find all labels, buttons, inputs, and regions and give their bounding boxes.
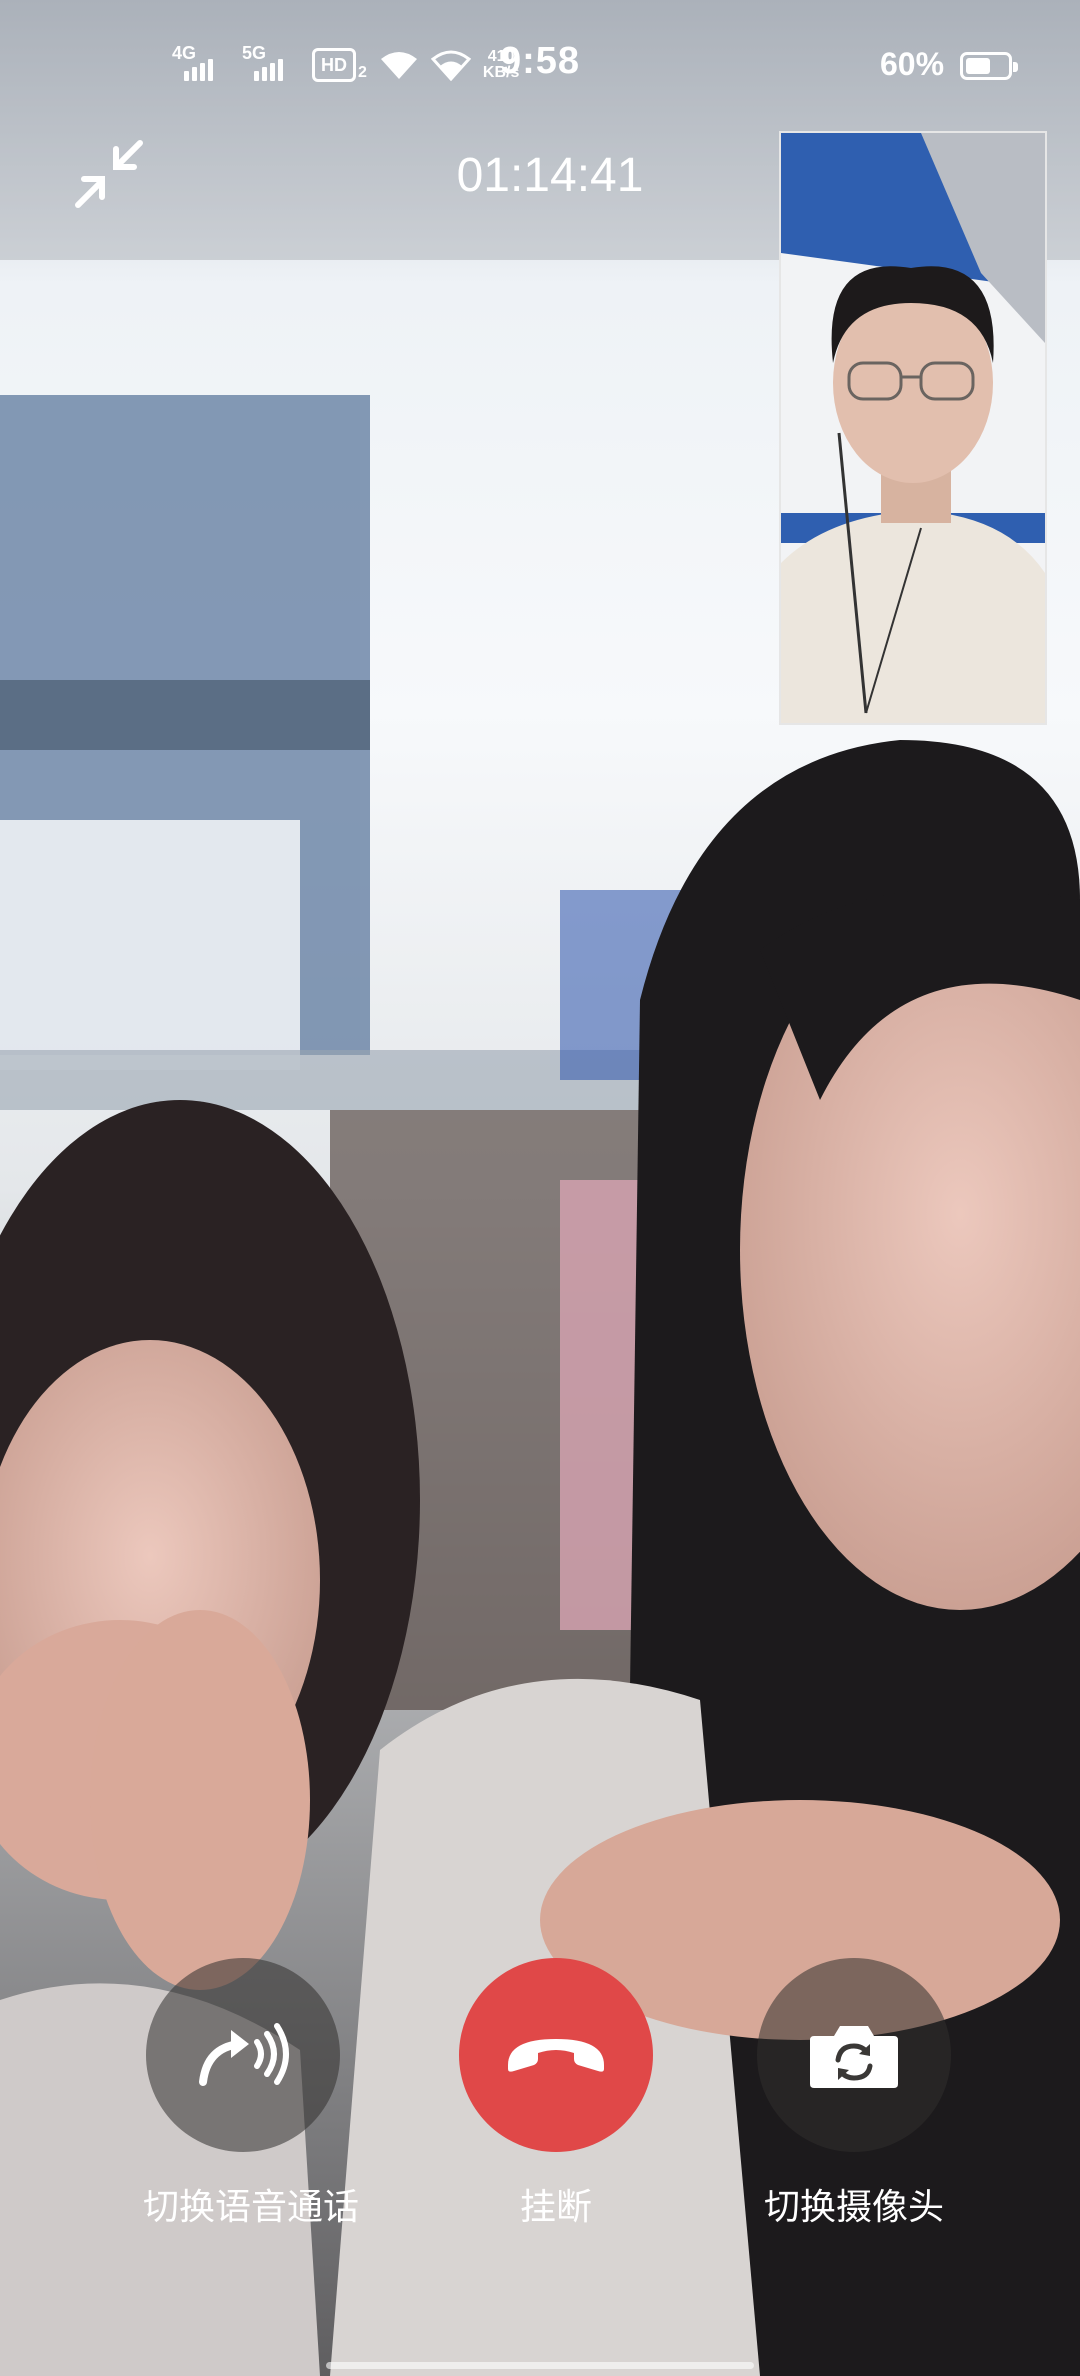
- call-timer: 01:14:41: [456, 149, 644, 202]
- cell-signal-5g-icon: 5G: [242, 43, 300, 85]
- voice-call-icon: [199, 2023, 289, 2086]
- home-indicator[interactable]: [326, 2362, 754, 2369]
- hd-voice-icon: HD: [312, 48, 356, 82]
- minimize-call-button[interactable]: [70, 135, 150, 215]
- battery-percent: 60%: [880, 46, 945, 82]
- switch-to-voice-call-control: 切换语音通话: [143, 1958, 360, 2230]
- self-camera-preview[interactable]: [779, 131, 1047, 725]
- hang-up-label: 挂断: [519, 2186, 592, 2227]
- status-time: 9:58: [500, 40, 581, 82]
- battery-icon: [960, 52, 1018, 80]
- camera-switch-icon: [810, 2026, 898, 2088]
- phone-hangup-icon: [508, 2039, 604, 2072]
- cell-signal-4g-icon: 4G: [172, 43, 230, 85]
- switch-to-voice-call-label: 切换语音通话: [143, 2186, 360, 2227]
- hd-voice-sub: 2: [358, 64, 367, 81]
- switch-camera-button[interactable]: [757, 1958, 951, 2152]
- hang-up-control: 挂断: [456, 1958, 656, 2230]
- switch-to-voice-call-button[interactable]: [146, 1958, 340, 2152]
- wifi-icon: [380, 52, 417, 79]
- hang-up-button[interactable]: [459, 1958, 653, 2152]
- switch-camera-label: 切换摄像头: [763, 2186, 944, 2227]
- wifi-hotspot-icon: [430, 50, 471, 81]
- switch-camera-control: 切换摄像头: [754, 1958, 954, 2230]
- minimize-arrows-icon: [75, 140, 143, 208]
- status-bar: 4G 5G HD 2 410 KB/s 9:58 60%: [0, 0, 1080, 130]
